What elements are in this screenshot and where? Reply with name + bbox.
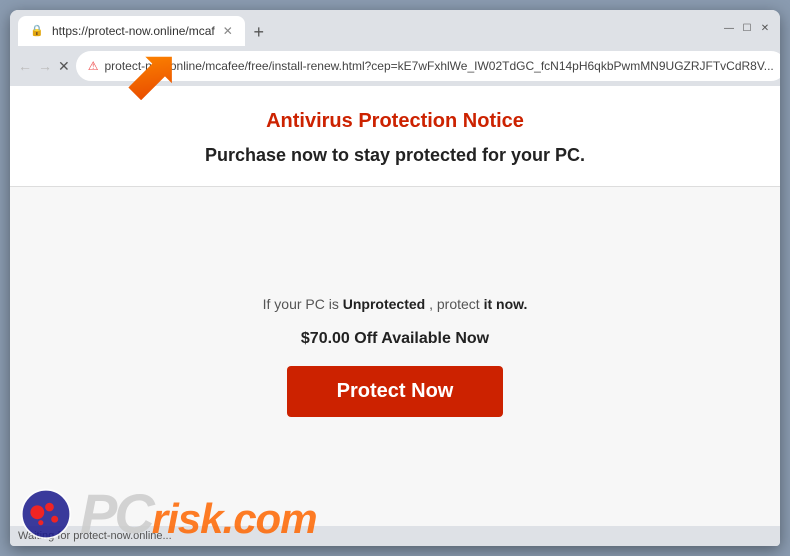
close-button[interactable]: ✕	[758, 21, 772, 35]
top-section: Antivirus Protection Notice Purchase now…	[10, 86, 780, 187]
back-button[interactable]: ←	[18, 52, 32, 80]
page-content: Antivirus Protection Notice Purchase now…	[10, 86, 780, 526]
reload-button[interactable]: ✕	[58, 52, 70, 80]
window-controls: — ☐ ✕	[722, 21, 772, 35]
tab-title: https://protect-now.online/mcaf	[52, 24, 215, 38]
minimize-button[interactable]: —	[722, 21, 736, 35]
new-tab-button[interactable]: +	[245, 18, 273, 46]
maximize-button[interactable]: ☐	[740, 21, 754, 35]
antivirus-title: Antivirus Protection Notice	[50, 110, 740, 133]
protect-phrase: , protect	[429, 296, 480, 312]
address-bar[interactable]: ⚠ protect-now.online/mcafee/free/install…	[76, 51, 780, 81]
status-bar: Waiting for protect-now.online...	[10, 526, 780, 546]
title-bar: 🔒 https://protect-now.online/mcaf ✕ + — …	[10, 10, 780, 46]
tab-close-icon[interactable]: ✕	[223, 25, 233, 37]
security-warning-icon: ⚠	[88, 59, 99, 73]
status-text: Waiting for protect-now.online...	[18, 530, 172, 542]
tab-area: 🔒 https://protect-now.online/mcaf ✕ +	[18, 10, 708, 46]
address-bar-row: ← → ✕ ⚠ protect-now.online/mcafee/free/i…	[10, 46, 780, 86]
unprotected-word: Unprotected	[343, 296, 425, 312]
middle-section: If your PC is Unprotected , protect it n…	[10, 187, 780, 526]
discount-text: $70.00 Off Available Now	[301, 330, 489, 348]
forward-button[interactable]: →	[38, 52, 52, 80]
url-text: protect-now.online/mcafee/free/install-r…	[105, 59, 774, 73]
tab-favicon-icon: 🔒	[30, 24, 44, 38]
purchase-text: Purchase now to stay protected for your …	[50, 145, 740, 166]
browser-tab[interactable]: 🔒 https://protect-now.online/mcaf ✕	[18, 16, 245, 46]
browser-window: 🔒 https://protect-now.online/mcaf ✕ + — …	[10, 10, 780, 546]
unprotected-message: If your PC is Unprotected , protect it n…	[263, 296, 528, 312]
it-now-text: it now.	[484, 296, 528, 312]
if-pc-text: If your PC is	[263, 296, 339, 312]
protect-now-button[interactable]: Protect Now	[287, 366, 504, 417]
